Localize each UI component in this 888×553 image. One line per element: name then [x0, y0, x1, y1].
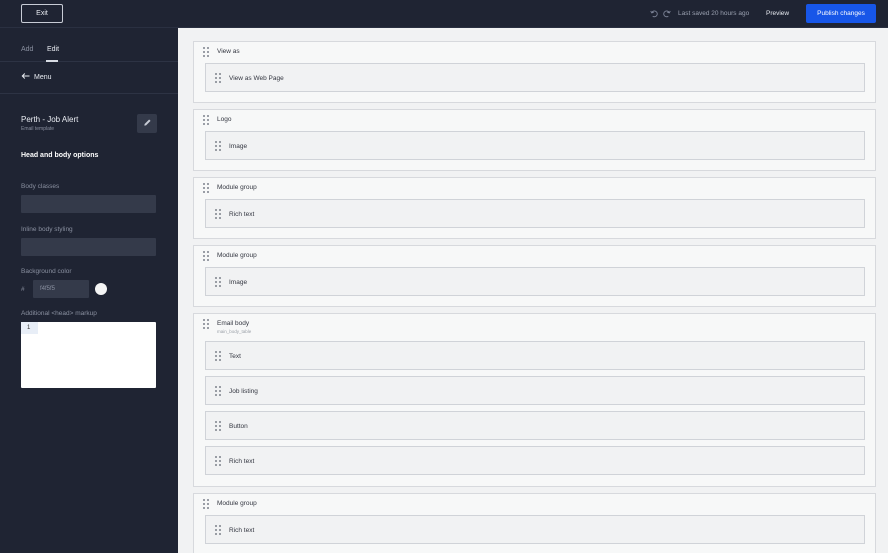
group-title: Module group	[217, 500, 257, 507]
drag-handle-icon[interactable]	[203, 183, 209, 193]
head-markup-editor[interactable]: 1	[21, 322, 156, 388]
tab-add[interactable]: Add	[21, 46, 33, 53]
exit-button[interactable]: Exit	[21, 4, 63, 23]
email-canvas: View as View as Web Page Logo Image Module g…	[178, 28, 888, 553]
pencil-icon	[143, 118, 152, 129]
editor-gutter: 1	[21, 322, 38, 334]
line-number: 1	[27, 325, 31, 331]
module-card[interactable]: View as Web Page	[205, 63, 865, 92]
drag-handle-icon[interactable]	[215, 73, 221, 83]
group-title: Module group	[217, 184, 257, 191]
template-subtitle: Email template	[21, 126, 55, 132]
redo-icon[interactable]	[662, 9, 671, 18]
drag-handle-icon[interactable]	[215, 141, 221, 151]
edit-template-button[interactable]	[137, 114, 157, 133]
drag-handle-icon[interactable]	[203, 499, 209, 509]
module-label: Rich text	[229, 527, 255, 534]
background-color-input[interactable]: f4f5f5	[33, 280, 89, 298]
module-group[interactable]: Module group Rich text	[193, 177, 876, 239]
head-markup-label: Additional <head> markup	[21, 310, 97, 317]
module-label: Button	[229, 423, 248, 430]
module-label: Image	[229, 279, 248, 286]
arrow-left-icon	[21, 72, 30, 82]
publish-changes-button[interactable]: Publish changes	[806, 4, 876, 23]
module-group[interactable]: Email body main_body_table Text Job listing…	[193, 313, 876, 487]
tab-edit[interactable]: Edit	[47, 46, 59, 53]
module-card[interactable]: Rich text	[205, 446, 865, 475]
drag-handle-icon[interactable]	[215, 421, 221, 431]
module-label: Rich text	[229, 211, 255, 218]
module-card[interactable]: Image	[205, 131, 865, 160]
undo-icon[interactable]	[650, 9, 659, 18]
drag-handle-icon[interactable]	[203, 47, 209, 57]
menu-back-link[interactable]: Menu	[0, 62, 178, 94]
section-heading: Head and body options	[21, 152, 99, 159]
module-card[interactable]: Rich text	[205, 199, 865, 228]
last-saved-text: Last saved 20 hours ago	[678, 10, 750, 17]
module-card[interactable]: Job listing	[205, 376, 865, 405]
drag-handle-icon[interactable]	[215, 386, 221, 396]
drag-handle-icon[interactable]	[203, 115, 209, 125]
drag-handle-icon[interactable]	[203, 251, 209, 261]
hash-prefix: #	[21, 286, 25, 293]
group-subtitle: main_body_table	[217, 329, 252, 334]
drag-handle-icon[interactable]	[203, 319, 209, 329]
sidebar: Add Edit Menu Perth - Job Alert Email te…	[0, 28, 178, 553]
inline-styling-label: Inline body styling	[21, 226, 73, 233]
background-color-label: Background color	[21, 268, 72, 275]
module-card[interactable]: Text	[205, 341, 865, 370]
module-label: View as Web Page	[229, 75, 284, 82]
module-card[interactable]: Image	[205, 267, 865, 296]
group-title: Module group	[217, 252, 257, 259]
module-label: Rich text	[229, 458, 255, 465]
group-title: Logo	[217, 116, 232, 123]
module-group[interactable]: Module group Image	[193, 245, 876, 307]
top-bar: Exit Last saved 20 hours ago Preview Pub…	[0, 0, 888, 28]
drag-handle-icon[interactable]	[215, 351, 221, 361]
inline-styling-input[interactable]	[21, 238, 156, 256]
module-group[interactable]: View as View as Web Page	[193, 41, 876, 103]
drag-handle-icon[interactable]	[215, 525, 221, 535]
color-swatch[interactable]	[95, 283, 107, 295]
module-card[interactable]: Button	[205, 411, 865, 440]
module-label: Job listing	[229, 388, 258, 395]
body-classes-input[interactable]	[21, 195, 156, 213]
module-group[interactable]: Logo Image	[193, 109, 876, 171]
drag-handle-icon[interactable]	[215, 209, 221, 219]
menu-label: Menu	[34, 74, 52, 81]
sidebar-tabs: Add Edit	[0, 28, 178, 62]
module-label: Image	[229, 143, 248, 150]
drag-handle-icon[interactable]	[215, 456, 221, 466]
preview-button[interactable]: Preview	[766, 10, 789, 17]
module-label: Text	[229, 353, 241, 360]
body-classes-label: Body classes	[21, 183, 60, 190]
template-title: Perth - Job Alert	[21, 115, 79, 124]
group-title: Email body	[217, 320, 250, 327]
drag-handle-icon[interactable]	[215, 277, 221, 287]
module-card[interactable]: Rich text	[205, 515, 865, 544]
group-title: View as	[217, 48, 240, 55]
module-group[interactable]: Module group Rich text	[193, 493, 876, 553]
